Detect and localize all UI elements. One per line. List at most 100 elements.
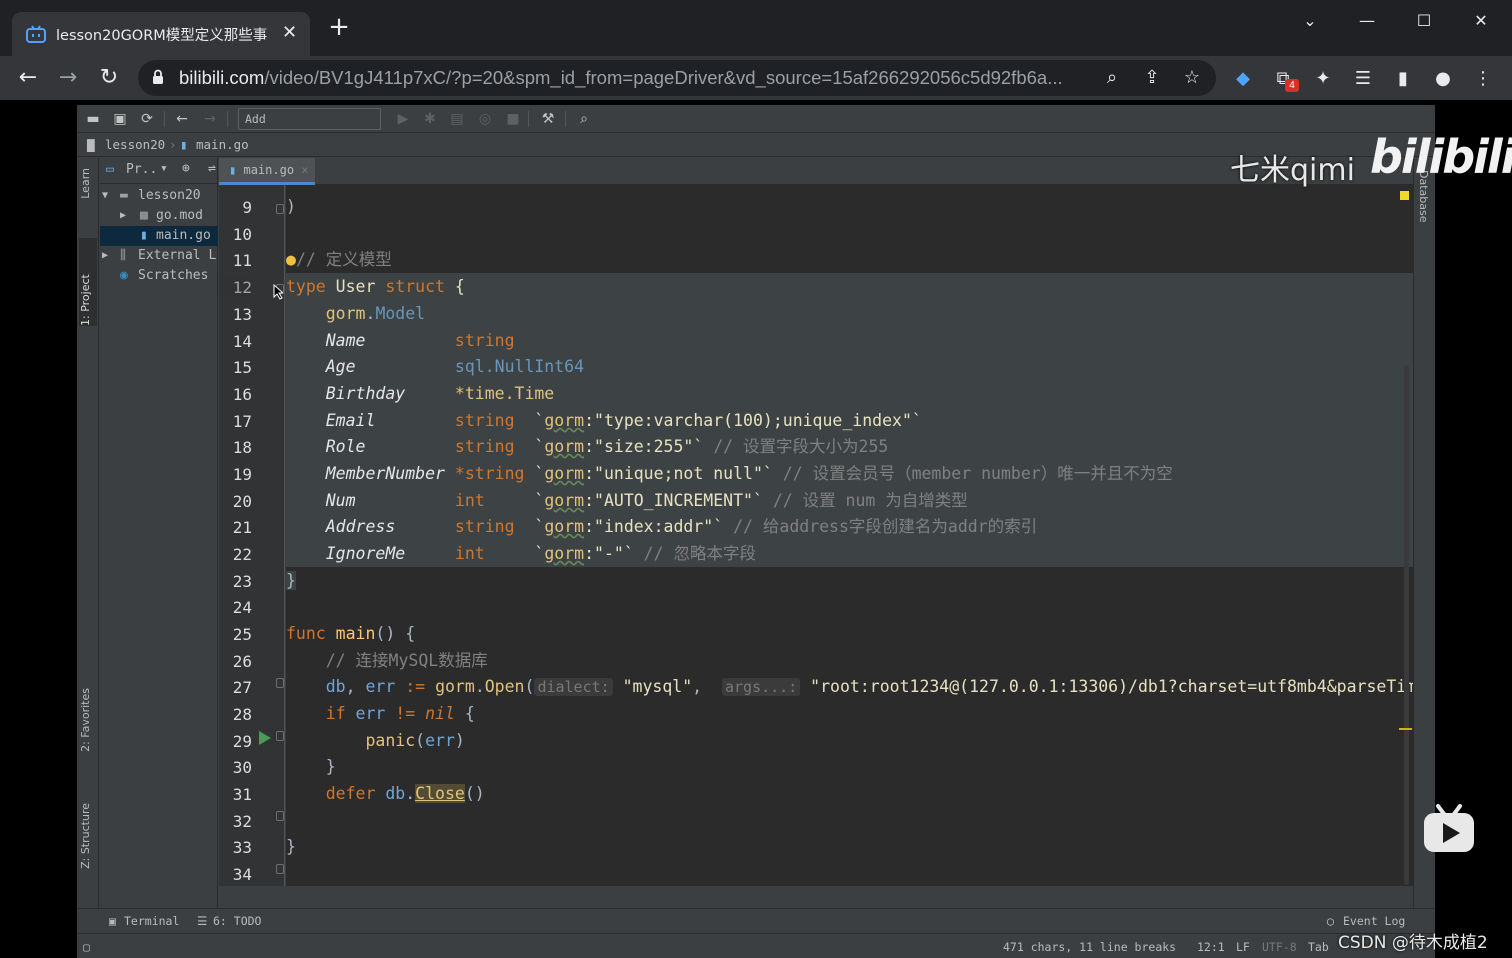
status-char-count: 471 chars, 11 line breaks: [1003, 940, 1177, 954]
tree-item-go-mod[interactable]: ▶ ▩ go.mod: [100, 206, 218, 226]
nav-forward-icon[interactable]: →: [200, 109, 220, 129]
line-number-gutter: 9 10 11 12 13 14 15 16 17 18 19 20 21 22…: [219, 185, 285, 886]
share-icon[interactable]: ⇪: [1140, 66, 1164, 90]
wrench-icon[interactable]: ⚒: [538, 109, 558, 129]
tab-learn[interactable]: Learn: [79, 168, 97, 199]
tab-favorites[interactable]: 2: Favorites: [79, 688, 97, 752]
status-caret-position[interactable]: 12:1: [1197, 940, 1225, 954]
project-view-selector[interactable]: Pr..: [126, 162, 157, 177]
nav-back-icon[interactable]: ←: [172, 109, 192, 129]
search-icon[interactable]: ⌕: [574, 109, 594, 129]
tab-project[interactable]: 1: Project: [79, 238, 97, 326]
add-configuration-button[interactable]: Add Configuration...: [238, 108, 381, 146]
fold-marker-icon[interactable]: [276, 678, 284, 688]
extension-icon[interactable]: ⧉ 4: [1271, 67, 1299, 92]
code-line-selected: Name string: [286, 327, 1413, 354]
code-token: ,: [345, 677, 366, 696]
run-gutter-icon[interactable]: [259, 731, 271, 745]
fold-marker-icon[interactable]: [276, 204, 284, 214]
bilibili-tv-icon[interactable]: [1422, 804, 1476, 854]
code-type: *string: [454, 464, 535, 483]
code-type: string: [454, 437, 535, 456]
profile-avatar-icon[interactable]: ●: [1431, 67, 1455, 91]
breadcrumb-file[interactable]: main.go: [196, 137, 249, 152]
editor-tab-main-go[interactable]: ▮ main.go ×: [219, 158, 315, 185]
coverage-icon[interactable]: ▤: [447, 109, 467, 129]
browser-tab[interactable]: lesson20GORM模型定义那些事 ✕: [12, 12, 310, 56]
tab-event-log[interactable]: Event Log: [1343, 914, 1405, 928]
status-indent[interactable]: Tab: [1308, 940, 1329, 954]
code-token: () {: [375, 624, 416, 643]
debug-icon[interactable]: ✱: [420, 109, 440, 129]
tree-item-scratches[interactable]: ◉ Scratches: [100, 266, 218, 286]
code-type: *time.Time: [454, 384, 555, 403]
back-icon[interactable]: ←: [14, 64, 42, 92]
code-line: defer db.Close(): [286, 780, 1413, 807]
editor-scrollbar[interactable]: [1404, 365, 1409, 885]
collapsed-arrow-icon[interactable]: ▶: [120, 206, 126, 226]
new-tab-button[interactable]: +: [326, 14, 352, 42]
url-text[interactable]: bilibili.com/video/BV1gJ411p7xC/?p=20&sp…: [179, 67, 1094, 89]
code-comment: // 给address字段创建名为addr的索引: [723, 517, 1038, 536]
intention-bulb-icon[interactable]: ●: [286, 250, 296, 269]
tab-terminal[interactable]: Terminal: [124, 914, 179, 928]
reading-list-icon[interactable]: ☰: [1351, 67, 1375, 91]
line-number: 11: [232, 251, 252, 270]
minimize-icon[interactable]: —: [1344, 8, 1390, 34]
zoom-icon[interactable]: ⌕: [1100, 66, 1124, 90]
reload-icon[interactable]: ↻: [95, 64, 123, 92]
forward-icon[interactable]: →: [54, 64, 82, 92]
tree-item-main-go[interactable]: ▮ main.go: [100, 226, 218, 246]
tab-structure[interactable]: Z: Structure: [79, 803, 97, 869]
editor-tab-label: main.go: [243, 163, 295, 177]
chevron-down-icon[interactable]: ▾: [160, 161, 168, 176]
run-icon[interactable]: ▶: [393, 109, 413, 129]
inspection-status-icon[interactable]: [1400, 191, 1409, 200]
line-number: 22: [232, 545, 252, 564]
puzzle-extensions-icon[interactable]: ✦: [1311, 67, 1335, 91]
error-stripe-mark[interactable]: [1399, 728, 1412, 730]
side-panel-icon[interactable]: ▮: [1391, 67, 1415, 91]
breadcrumb-project[interactable]: lesson20: [105, 137, 165, 152]
tree-item-lesson20[interactable]: ▼ ▬ lesson20: [100, 186, 218, 206]
status-line-separator[interactable]: LF: [1236, 940, 1250, 954]
locate-icon[interactable]: ⊕: [182, 161, 190, 176]
stop-icon[interactable]: ■: [503, 109, 523, 129]
code-line-selected: Address string `gorm:"index:addr"` // 给a…: [286, 513, 1413, 540]
tab-close-icon[interactable]: ✕: [282, 22, 297, 43]
code-token: User: [325, 277, 386, 296]
profile-icon[interactable]: ◎: [475, 109, 495, 129]
code-tag: `gorm:"index:addr"`: [534, 517, 724, 536]
bookmark-star-icon[interactable]: ☆: [1180, 66, 1204, 90]
address-bar[interactable]: bilibili.com/video/BV1gJ411p7xC/?p=20&sp…: [138, 60, 1216, 96]
fold-marker-icon[interactable]: [276, 811, 284, 821]
folder-icon: ▬: [120, 188, 128, 203]
expand-arrow-icon[interactable]: ▼: [102, 186, 108, 206]
tab-search-icon[interactable]: ⌄: [1287, 8, 1333, 34]
line-number: 24: [232, 598, 252, 617]
code-editor[interactable]: ) ●// 定义模型 type User struct { gorm.Model…: [286, 185, 1413, 886]
fold-marker-icon[interactable]: [276, 864, 284, 874]
tab-todo[interactable]: 6: TODO: [213, 914, 261, 928]
code-line: }: [286, 753, 1413, 780]
fold-marker-icon[interactable]: [276, 731, 284, 741]
code-type: string: [454, 517, 535, 536]
collapsed-arrow-icon[interactable]: ▶: [102, 246, 108, 266]
code-keyword: if: [325, 704, 346, 723]
window-close-icon[interactable]: ✕: [1458, 8, 1504, 34]
sync-icon[interactable]: ⟳: [137, 109, 157, 129]
diamond-extension-icon[interactable]: ◆: [1231, 67, 1255, 91]
close-icon[interactable]: ×: [301, 163, 308, 177]
code-comment: // 忽略本字段: [633, 544, 756, 563]
tree-item-external-libraries[interactable]: ▶ ⫼ External L: [100, 246, 218, 266]
open-folder-icon[interactable]: ▬: [83, 109, 103, 129]
save-icon[interactable]: ▣: [110, 109, 130, 129]
code-variable: db: [375, 784, 406, 803]
status-encoding[interactable]: UTF-8: [1262, 940, 1297, 954]
menu-icon[interactable]: ⋮: [1471, 67, 1495, 91]
maximize-icon[interactable]: ☐: [1401, 8, 1447, 34]
layout-toggle-icon[interactable]: ▢: [83, 940, 90, 954]
collapse-icon[interactable]: ⇌: [208, 161, 216, 176]
